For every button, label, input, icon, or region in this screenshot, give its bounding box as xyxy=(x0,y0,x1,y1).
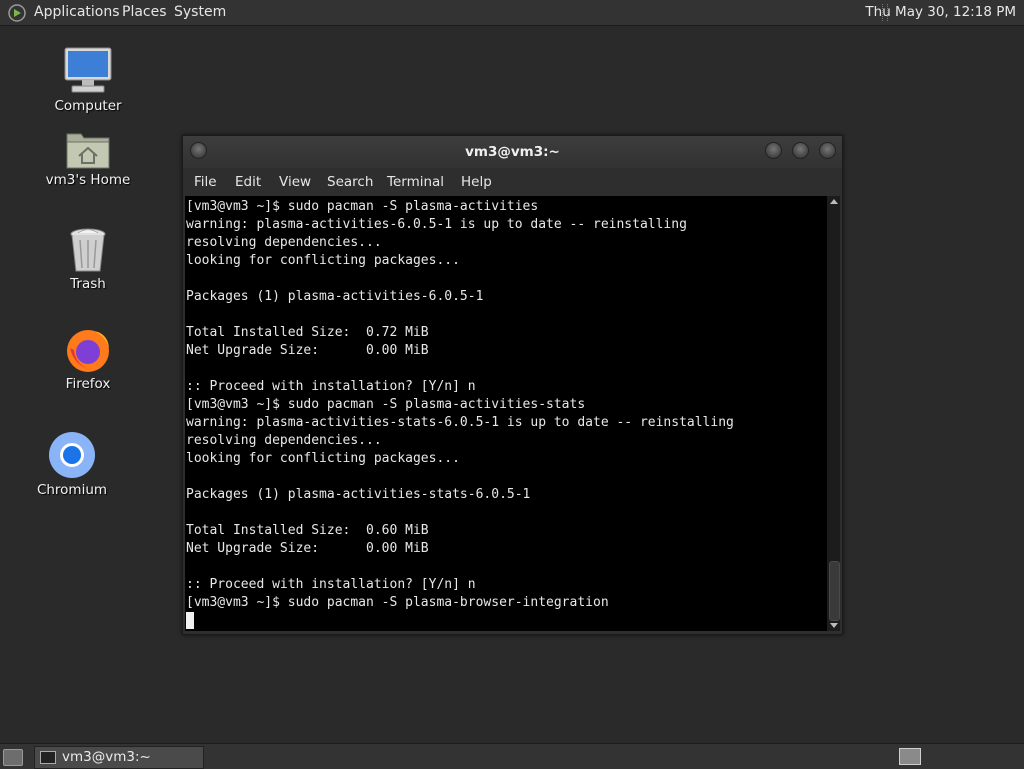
terminal-text: [vm3@vm3 ~]$ sudo pacman -S plasma-activ… xyxy=(185,196,827,630)
desktop-icon-label: Computer xyxy=(54,98,122,114)
desktop-icon-label: Trash xyxy=(70,276,106,292)
menu-terminal[interactable]: Terminal xyxy=(387,174,444,190)
menu-help[interactable]: Help xyxy=(461,174,492,190)
vertical-scrollbar[interactable] xyxy=(827,196,840,631)
home-folder-icon xyxy=(66,133,110,169)
show-desktop-icon[interactable] xyxy=(3,749,23,766)
window-title: vm3@vm3:~ xyxy=(465,144,560,160)
desktop-icon-computer[interactable]: Computer xyxy=(38,46,138,114)
taskbar-item-terminal[interactable]: vm3@vm3:~ xyxy=(34,746,204,769)
desktop-icon-label: Chromium xyxy=(36,482,108,498)
menu-bar: File Edit View Search Terminal Help xyxy=(183,168,842,196)
terminal-window[interactable]: vm3@vm3:~ File Edit View Search Terminal… xyxy=(182,135,843,635)
computer-icon xyxy=(64,47,112,93)
scroll-thumb[interactable] xyxy=(829,561,840,621)
menu-view[interactable]: View xyxy=(279,174,311,190)
system-menu[interactable]: System xyxy=(174,4,226,21)
terminal-output: [vm3@vm3 ~]$ sudo pacman -S plasma-activ… xyxy=(186,199,734,610)
terminal-output-area[interactable]: [vm3@vm3 ~]$ sudo pacman -S plasma-activ… xyxy=(185,196,827,631)
desktop-icon-label: Firefox xyxy=(65,376,111,392)
workspace-switcher[interactable] xyxy=(899,748,921,765)
menu-file[interactable]: File xyxy=(194,174,217,190)
bottom-panel: vm3@vm3:~ xyxy=(0,743,1024,769)
applications-menu[interactable]: Applications xyxy=(34,4,120,21)
firefox-icon xyxy=(67,330,109,372)
clock[interactable]: Thu May 30, 12:18 PM xyxy=(865,4,1016,21)
trash-icon xyxy=(70,228,106,272)
chromium-icon xyxy=(49,432,95,478)
scroll-down-arrow-icon[interactable] xyxy=(830,623,838,628)
desktop-icon-firefox[interactable]: Firefox xyxy=(38,326,138,392)
text-cursor xyxy=(186,612,194,629)
title-bar[interactable]: vm3@vm3:~ xyxy=(183,136,842,168)
menu-search[interactable]: Search xyxy=(327,174,373,190)
close-button[interactable] xyxy=(819,142,836,159)
mate-logo-icon[interactable] xyxy=(8,4,26,22)
terminal-icon xyxy=(40,751,56,764)
menu-edit[interactable]: Edit xyxy=(235,174,261,190)
desktop-icon-chromium[interactable]: Chromium xyxy=(22,430,122,498)
top-panel: Applications Places System Thu May 30, 1… xyxy=(0,0,1024,26)
desktop-icon-trash[interactable]: Trash xyxy=(38,226,138,292)
places-menu[interactable]: Places xyxy=(122,4,167,21)
maximize-button[interactable] xyxy=(792,142,809,159)
desktop-icon-label: vm3's Home xyxy=(45,172,131,188)
minimize-button[interactable] xyxy=(765,142,782,159)
scroll-up-arrow-icon[interactable] xyxy=(830,199,838,204)
taskbar-item-label: vm3@vm3:~ xyxy=(62,749,151,765)
desktop-icon-home[interactable]: vm3's Home xyxy=(38,128,138,188)
